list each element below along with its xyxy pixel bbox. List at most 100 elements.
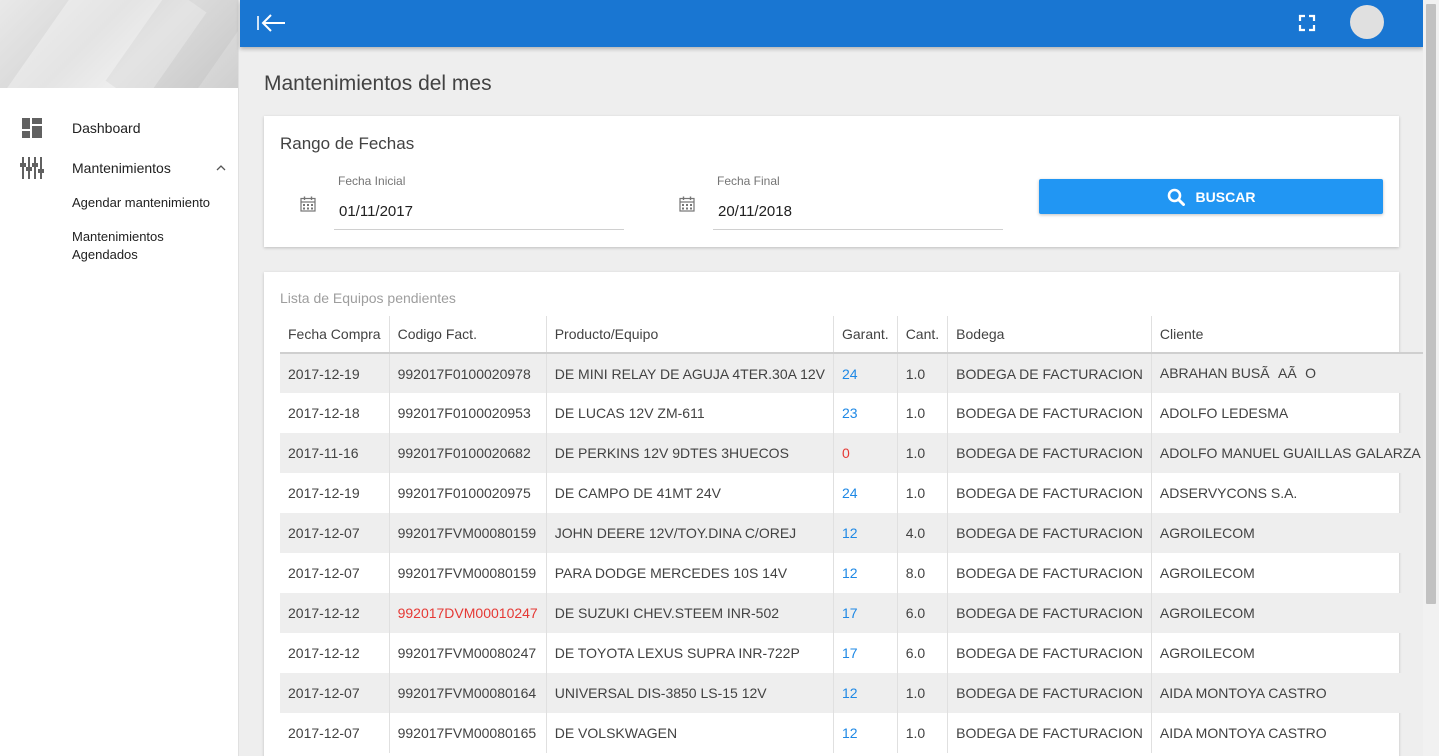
cell-codigo: 992017FVM00080159: [389, 553, 547, 593]
table-row[interactable]: 2017-12-19 992017F0100020978 DE MINI RELAY…: [280, 353, 1429, 393]
equipment-list-card: Lista de Equipos pendientes Fecha Compra…: [264, 272, 1429, 756]
sidebar-item-mantenimientos[interactable]: Mantenimientos: [0, 148, 238, 188]
page-title: Mantenimientos del mes: [264, 72, 492, 95]
cell-cliente: ADOLFO MANUEL GUAILLAS GALARZA: [1151, 433, 1429, 473]
cell-garantia: 0: [833, 433, 898, 473]
search-button-label: BUSCAR: [1195, 188, 1256, 205]
table-row[interactable]: 2017-12-07 992017FVM00080159 PARA DODGE ME…: [280, 553, 1429, 593]
calendar-icon: [300, 196, 316, 212]
table-row[interactable]: 2017-12-12 992017FVM00080247 DE TOYOTA LEX…: [280, 633, 1429, 673]
column-header[interactable]: Cliente: [1151, 316, 1429, 354]
cell-cliente: ABRAHAN BUSÃAÃO: [1151, 353, 1429, 393]
page-scrollbar[interactable]: [1423, 0, 1439, 756]
cell-bodega: BODEGA DE FACTURACION: [947, 393, 1152, 433]
cell-codigo: 992017DVM00010247: [389, 593, 547, 633]
cell-garantia: 24: [833, 353, 898, 393]
end-date-input[interactable]: [713, 194, 1003, 230]
sidebar-header-banner: [0, 0, 238, 88]
column-header[interactable]: Fecha Compra: [280, 316, 390, 354]
column-header[interactable]: Cant.: [897, 316, 949, 354]
cell-codigo: 992017FVM00080164: [389, 673, 547, 713]
cell-producto: UNIVERSAL DIS-3850 LS-15 12V: [546, 673, 834, 713]
cell-codigo: 992017F0100020975: [389, 473, 547, 513]
cell-bodega: BODEGA DE FACTURACION: [947, 713, 1152, 753]
date-range-card: Rango de Fechas Fecha Inicial Fecha Fina…: [264, 116, 1399, 247]
cell-cantidad: 4.0: [897, 513, 949, 553]
column-header[interactable]: Bodega: [947, 316, 1152, 354]
cell-codigo: 992017F0100020953: [389, 393, 547, 433]
cell-garantia: 17: [833, 593, 898, 633]
table-row[interactable]: 2017-11-16 992017F0100020682 DE PERKINS 12…: [280, 433, 1429, 473]
fullscreen-icon[interactable]: [1298, 14, 1318, 34]
cell-bodega: BODEGA DE FACTURACION: [947, 513, 1152, 553]
table-header-row: Fecha Compra Codigo Fact. Producto/Equip…: [280, 316, 1429, 354]
cell-cliente: AGROILECOM: [1151, 513, 1429, 553]
cell-codigo: 992017FVM00080247: [389, 633, 547, 673]
table-row[interactable]: 2017-12-19 992017F0100020975 DE CAMPO DE 4…: [280, 473, 1429, 513]
cell-fecha: 2017-12-12: [280, 633, 390, 673]
column-header[interactable]: Codigo Fact.: [389, 316, 547, 354]
collapse-left-icon[interactable]: [256, 10, 288, 38]
cell-bodega: BODEGA DE FACTURACION: [947, 633, 1152, 673]
column-header[interactable]: Garant.: [833, 316, 898, 354]
cell-garantia: 12: [833, 673, 898, 713]
scrollbar-thumb[interactable]: [1426, 4, 1436, 604]
column-header[interactable]: Producto/Equipo: [546, 316, 834, 354]
cell-fecha: 2017-12-07: [280, 713, 390, 753]
cell-bodega: BODEGA DE FACTURACION: [947, 433, 1152, 473]
list-title: Lista de Equipos pendientes: [280, 290, 456, 306]
start-date-input[interactable]: [334, 194, 624, 230]
cell-garantia: 12: [833, 513, 898, 553]
cell-codigo: 992017F0100020978: [389, 353, 547, 393]
cell-cliente: AIDA MONTOYA CASTRO: [1159, 725, 1327, 741]
table-row[interactable]: 2017-12-07 992017FVM00080164 UNIVERSAL DIS…: [280, 673, 1429, 713]
avatar[interactable]: [1350, 5, 1384, 39]
cell-garantia: 12: [833, 553, 898, 593]
cell-producto: DE TOYOTA LEXUS SUPRA INR-722P: [546, 633, 834, 673]
cell-fecha: 2017-12-07: [280, 553, 390, 593]
cell-cantidad: 1.0: [897, 673, 949, 713]
chevron-up-icon: [216, 160, 226, 174]
equipment-table: Fecha Compra Codigo Fact. Producto/Equip…: [280, 316, 1429, 753]
cell-fecha: 2017-12-19: [280, 473, 390, 513]
equalizer-icon: [20, 156, 44, 180]
cell-cliente: AIDA MONTOYA CASTRO: [1151, 673, 1429, 713]
cell-bodega: BODEGA DE FACTURACION: [947, 593, 1152, 633]
cell-garantia: 12: [833, 713, 898, 753]
cell-producto: DE SUZUKI CHEV.STEEM INR-502: [546, 593, 834, 633]
cell-fecha: 2017-12-19: [280, 353, 390, 393]
sidebar-item-dashboard[interactable]: Dashboard: [0, 108, 238, 148]
sidebar-item-label: Dashboard: [72, 120, 141, 136]
date-range-title: Rango de Fechas: [280, 134, 415, 153]
cell-fecha: 2017-12-07: [280, 513, 390, 553]
cell-bodega: BODEGA DE FACTURACION: [947, 353, 1152, 393]
search-icon: [1167, 188, 1185, 206]
cell-producto: DE PERKINS 12V 9DTES 3HUECOS: [546, 433, 834, 473]
cell-garantia: 24: [833, 473, 898, 513]
search-button[interactable]: BUSCAR: [1039, 179, 1383, 214]
table-row[interactable]: 2017-12-18 992017F0100020953 DE LUCAS 12V …: [280, 393, 1429, 433]
sidebar: Dashboard Mantenimientos Agendar manteni…: [0, 0, 239, 756]
cell-producto: DE CAMPO DE 41MT 24V: [546, 473, 834, 513]
cell-bodega: BODEGA DE FACTURACION: [947, 553, 1152, 593]
cell-cliente: AGROILECOM: [1151, 593, 1429, 633]
cell-fecha: 2017-12-18: [280, 393, 390, 433]
sidebar-subitem-agendados[interactable]: Mantenimientos Agendados: [0, 228, 170, 264]
dashboard-icon: [20, 116, 44, 140]
cell-cliente: AGROILECOM: [1159, 565, 1255, 581]
cell-producto: DE LUCAS 12V ZM-611: [546, 393, 834, 433]
cell-garantia: 23: [833, 393, 898, 433]
table-row[interactable]: 2017-12-07 992017FVM00080159 JOHN DEERE 12…: [280, 513, 1429, 553]
table-row[interactable]: 2017-12-07 992017FVM00080165 DE VOLSKWAGEN…: [280, 713, 1429, 753]
table-row[interactable]: 2017-12-12 992017DVM00010247 DE SUZUKI CHE…: [280, 593, 1429, 633]
cell-cantidad: 1.0: [897, 393, 949, 433]
cell-cantidad: 6.0: [897, 593, 949, 633]
cell-bodega: BODEGA DE FACTURACION: [947, 473, 1152, 513]
cell-garantia: 17: [833, 633, 898, 673]
sidebar-nav: Dashboard Mantenimientos Agendar manteni…: [0, 88, 238, 264]
cell-fecha: 2017-12-07: [280, 673, 390, 713]
sidebar-subitem-agendar[interactable]: Agendar mantenimiento: [0, 194, 238, 212]
cell-cliente: ADSERVYCONS S.A.: [1159, 485, 1298, 501]
sidebar-item-label: Mantenimientos: [72, 160, 171, 176]
cell-cantidad: 1.0: [897, 433, 949, 473]
